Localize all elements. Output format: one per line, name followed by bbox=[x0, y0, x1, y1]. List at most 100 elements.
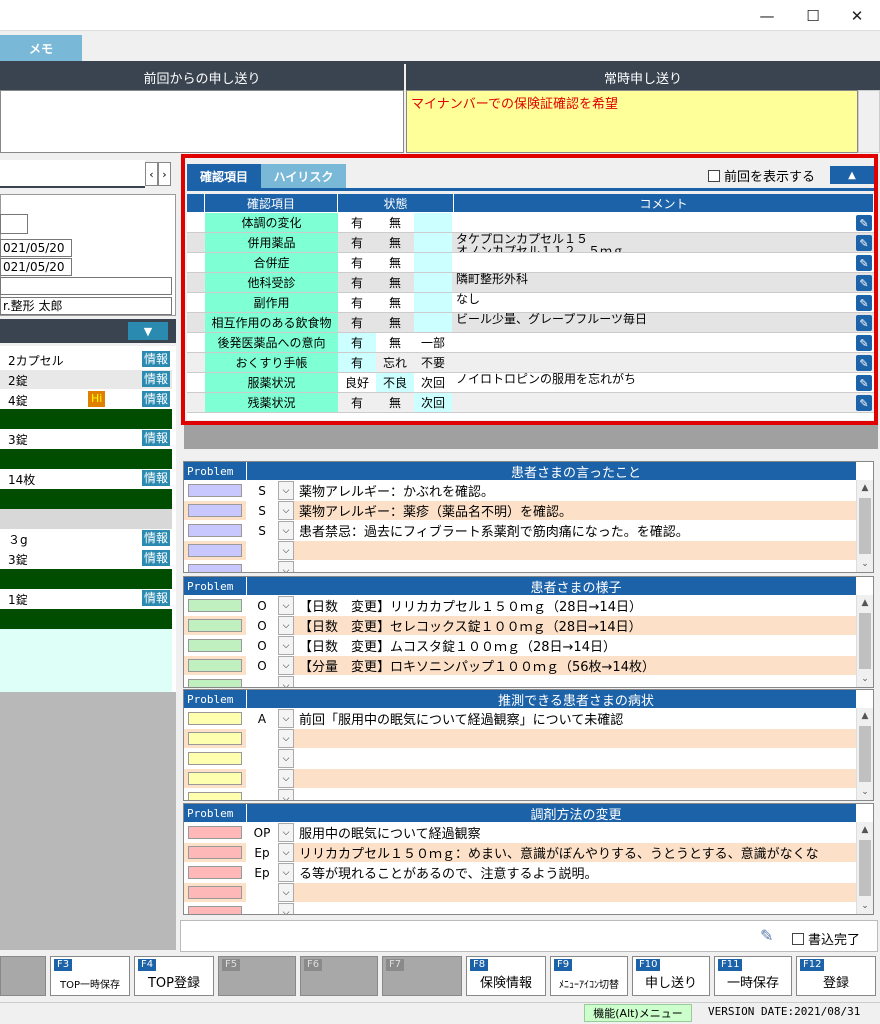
soap-code[interactable]: Ep bbox=[246, 863, 278, 882]
soap-text[interactable] bbox=[297, 749, 856, 768]
soap-text[interactable]: る等が現れることがあるので、注意するよう説明。 bbox=[297, 863, 856, 882]
problem-color-cell[interactable] bbox=[188, 599, 242, 612]
soap-code[interactable] bbox=[246, 903, 278, 914]
med-row-3[interactable]: 4錠 Hi 情報 bbox=[0, 390, 172, 409]
soap-code[interactable]: S bbox=[246, 481, 278, 500]
chevron-down-icon[interactable]: ⌵ bbox=[278, 656, 294, 675]
status-option[interactable]: 有 bbox=[338, 213, 376, 232]
soap-row[interactable]: S ⌵ 患者禁忌：過去にフィブラート系薬剤で筋肉痛になった。を確認。 bbox=[184, 521, 856, 541]
soap-text[interactable]: 【日数 変更】ムコスタ錠１００ｍｇ（28日→14日） bbox=[297, 636, 856, 655]
med-row-4[interactable]: 3錠 情報 bbox=[0, 429, 172, 448]
edit-comment-icon[interactable]: ✎ bbox=[856, 315, 872, 331]
problem-color-cell[interactable] bbox=[188, 484, 242, 497]
med-row-1[interactable]: 2カプセル 情報 bbox=[0, 350, 172, 369]
problem-color-cell[interactable] bbox=[188, 732, 242, 745]
edit-comment-icon[interactable]: ✎ bbox=[856, 235, 872, 251]
soap-row[interactable]: S ⌵ 薬物アレルギー：かぶれを確認。 bbox=[184, 481, 856, 501]
status-option[interactable]: 忘れ bbox=[376, 353, 414, 372]
chevron-down-icon[interactable]: ⌵ bbox=[278, 481, 294, 500]
status-option[interactable]: 無 bbox=[376, 273, 414, 292]
soap-text[interactable] bbox=[297, 561, 856, 572]
soap-row[interactable]: OP ⌵ 服用中の眠気について経過観察 bbox=[184, 823, 856, 843]
soap-code[interactable]: O bbox=[246, 656, 278, 675]
scroll-thumb[interactable] bbox=[859, 840, 871, 896]
tab-high-risk[interactable]: ハイリスク bbox=[261, 164, 346, 188]
soap-code[interactable]: Ep bbox=[246, 843, 278, 862]
chevron-down-icon[interactable]: ⌵ bbox=[278, 823, 294, 842]
problem-color-cell[interactable] bbox=[188, 772, 242, 785]
soap-text[interactable]: 【分量 変更】ロキソニンパップ１００ｍｇ（56枚→14枚） bbox=[297, 656, 856, 675]
scroll-down-icon[interactable]: ⌄ bbox=[857, 784, 873, 800]
scroll-up-icon[interactable]: ▲ bbox=[857, 822, 873, 838]
status-option[interactable]: 有 bbox=[338, 233, 376, 252]
edit-comment-icon[interactable]: ✎ bbox=[856, 335, 872, 351]
soap-code[interactable] bbox=[246, 883, 278, 902]
tab-memo[interactable]: メモ bbox=[0, 35, 82, 61]
med-row-8[interactable]: 1錠 情報 bbox=[0, 589, 172, 608]
comment-cell[interactable]: ビール少量、グレープフルーツ毎日 bbox=[454, 313, 852, 332]
left-nav-prev-button[interactable]: ‹ bbox=[145, 162, 158, 186]
soap-row[interactable]: Ep ⌵ リリカカプセル１５０ｍｇ：めまい、意識がぼんやりする、うとうとする、意識が… bbox=[184, 843, 856, 863]
write-complete-checkbox[interactable] bbox=[792, 932, 804, 945]
problem-color-cell[interactable] bbox=[188, 639, 242, 652]
soap-text[interactable] bbox=[297, 676, 856, 687]
edit-comment-icon[interactable]: ✎ bbox=[856, 375, 872, 391]
edit-comment-icon[interactable]: ✎ bbox=[856, 215, 872, 231]
soap-code[interactable]: O bbox=[246, 596, 278, 615]
scroll-up-icon[interactable]: ▲ bbox=[857, 595, 873, 611]
show-previous-checkbox[interactable] bbox=[708, 169, 720, 182]
section-scrollbar[interactable]: ▲ ⌄ bbox=[856, 480, 873, 572]
soap-text[interactable] bbox=[297, 541, 856, 560]
status-option[interactable]: 不要 bbox=[414, 353, 452, 372]
previous-handover-text[interactable] bbox=[0, 90, 404, 153]
soap-row[interactable]: O ⌵ 【日数 変更】ムコスタ錠１００ｍｇ（28日→14日） bbox=[184, 636, 856, 656]
soap-text[interactable]: 服用中の眠気について経過観察 bbox=[297, 823, 856, 842]
status-option[interactable]: 無 bbox=[376, 233, 414, 252]
med-row-5[interactable]: 14枚 情報 bbox=[0, 469, 172, 488]
fkey-button[interactable]: F8 保険情報 bbox=[466, 956, 546, 996]
problem-color-cell[interactable] bbox=[188, 792, 242, 800]
soap-code[interactable]: O bbox=[246, 636, 278, 655]
info-button[interactable]: 情報 bbox=[141, 351, 170, 367]
status-option[interactable]: 無 bbox=[376, 293, 414, 312]
scroll-down-icon[interactable]: ⌄ bbox=[857, 671, 873, 687]
status-option[interactable]: 有 bbox=[338, 313, 376, 332]
soap-text[interactable]: 【日数 変更】リリカカプセル１５０ｍｇ（28日→14日） bbox=[297, 596, 856, 615]
soap-row[interactable]: ⌵ bbox=[184, 541, 856, 561]
problem-color-cell[interactable] bbox=[188, 846, 242, 859]
status-option[interactable]: 無 bbox=[376, 313, 414, 332]
problem-color-cell[interactable] bbox=[188, 544, 242, 557]
med-row-7[interactable]: 3錠 情報 bbox=[0, 549, 172, 568]
scroll-down-icon[interactable]: ⌄ bbox=[857, 898, 873, 914]
chevron-down-icon[interactable]: ⌵ bbox=[278, 883, 294, 902]
status-option[interactable]: 次回 bbox=[414, 393, 452, 412]
info-button[interactable]: 情報 bbox=[141, 590, 170, 606]
comment-cell[interactable] bbox=[454, 333, 852, 352]
soap-text[interactable]: 【日数 変更】セレコックス錠１００ｍｇ（28日→14日） bbox=[297, 616, 856, 635]
soap-row[interactable]: O ⌵ 【日数 変更】セレコックス錠１００ｍｇ（28日→14日） bbox=[184, 616, 856, 636]
status-option[interactable]: 無 bbox=[376, 393, 414, 412]
med-list-dropdown-button[interactable]: ▼ bbox=[128, 322, 168, 340]
problem-color-cell[interactable] bbox=[188, 906, 242, 914]
soap-row[interactable]: ⌵ bbox=[184, 903, 856, 914]
status-option[interactable]: 有 bbox=[338, 273, 376, 292]
edit-comment-icon[interactable]: ✎ bbox=[856, 255, 872, 271]
chevron-down-icon[interactable]: ⌵ bbox=[278, 501, 294, 520]
soap-text[interactable] bbox=[297, 769, 856, 788]
soap-row[interactable]: ⌵ bbox=[184, 676, 856, 687]
comment-cell[interactable] bbox=[454, 253, 852, 272]
fkey-button[interactable]: F4 TOP登録 bbox=[134, 956, 214, 996]
soap-text[interactable]: リリカカプセル１５０ｍｇ：めまい、意識がぼんやりする、うとうとする、意識がなくな bbox=[297, 843, 856, 862]
soap-text[interactable] bbox=[297, 789, 856, 800]
minimize-button[interactable]: — bbox=[744, 0, 790, 31]
status-option[interactable]: 無 bbox=[376, 213, 414, 232]
soap-row[interactable]: O ⌵ 【分量 変更】ロキソニンパップ１００ｍｇ（56枚→14枚） bbox=[184, 656, 856, 676]
soap-text[interactable]: 患者禁忌：過去にフィブラート系薬剤で筋肉痛になった。を確認。 bbox=[297, 521, 856, 540]
problem-color-cell[interactable] bbox=[188, 659, 242, 672]
chevron-down-icon[interactable]: ⌵ bbox=[278, 789, 294, 800]
problem-color-cell[interactable] bbox=[188, 524, 242, 537]
fkey-button[interactable]: F12 登録 bbox=[796, 956, 876, 996]
soap-code[interactable]: S bbox=[246, 521, 278, 540]
soap-code[interactable]: S bbox=[246, 501, 278, 520]
status-option[interactable]: 良好 bbox=[338, 373, 376, 392]
